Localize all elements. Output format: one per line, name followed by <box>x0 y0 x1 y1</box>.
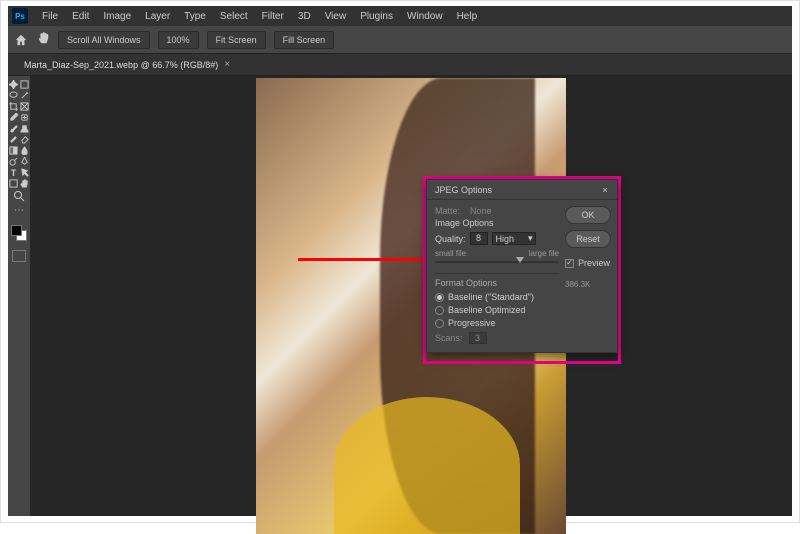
heal-tool-icon[interactable] <box>20 113 29 122</box>
options-bar: Scroll All Windows 100% Fit Screen Fill … <box>8 26 792 54</box>
toolbar: T ⋯ <box>8 76 30 516</box>
hand-tool-icon[interactable] <box>20 179 29 188</box>
brush-tool-icon[interactable] <box>9 124 18 133</box>
quality-slider[interactable]: small file large file <box>435 249 559 269</box>
chevron-down-icon: ▾ <box>528 233 533 244</box>
more-tools-icon[interactable]: ⋯ <box>10 204 28 216</box>
preview-checkbox[interactable]: Preview <box>565 258 611 268</box>
zoom-tool-icon[interactable] <box>10 190 28 202</box>
quality-input[interactable]: 8 <box>470 232 488 245</box>
menu-layer[interactable]: Layer <box>139 9 176 24</box>
history-brush-icon[interactable] <box>9 135 18 144</box>
quality-label: Quality: <box>435 234 466 244</box>
artboard-tool-icon[interactable] <box>20 80 29 89</box>
document-tab-label: Marta_Diaz-Sep_2021.webp @ 66.7% (RGB/8#… <box>24 60 218 70</box>
move-tool-icon[interactable] <box>9 80 18 89</box>
pen-tool-icon[interactable] <box>20 157 29 166</box>
slider-large-label: large file <box>529 249 559 258</box>
radio-icon <box>435 293 444 302</box>
quality-preset-select[interactable]: High ▾ <box>492 232 536 245</box>
preview-label: Preview <box>578 258 610 268</box>
radio-progressive-label: Progressive <box>448 318 496 328</box>
annotation-highlight-box: JPEG Options × Matte: None Image Options… <box>423 176 621 364</box>
shape-tool-icon[interactable] <box>9 179 18 188</box>
path-select-icon[interactable] <box>20 168 29 177</box>
menu-select[interactable]: Select <box>214 9 254 24</box>
checkbox-icon <box>565 259 574 268</box>
slider-thumb[interactable] <box>516 257 524 263</box>
opt-scroll-all[interactable]: Scroll All Windows <box>58 31 150 49</box>
quality-preset-value: High <box>496 234 515 244</box>
opt-100[interactable]: 100% <box>158 31 199 49</box>
menu-filter[interactable]: Filter <box>256 9 290 24</box>
radio-baseline-standard[interactable]: Baseline ("Standard") <box>435 292 559 302</box>
document-tab[interactable]: Marta_Diaz-Sep_2021.webp @ 66.7% (RGB/8#… <box>16 56 238 73</box>
radio-baseline-optimized-label: Baseline Optimized <box>448 305 526 315</box>
radio-baseline-standard-label: Baseline ("Standard") <box>448 292 534 302</box>
opt-fill-screen[interactable]: Fill Screen <box>274 31 335 49</box>
section-format-options: Format Options <box>435 278 559 288</box>
scans-label: Scans: <box>435 333 463 343</box>
crop-tool-icon[interactable] <box>9 102 18 111</box>
menu-help[interactable]: Help <box>451 9 484 24</box>
type-tool-icon[interactable]: T <box>9 168 18 177</box>
blur-tool-icon[interactable] <box>20 146 29 155</box>
menu-type[interactable]: Type <box>178 9 212 24</box>
menu-bar: Ps File Edit Image Layer Type Select Fil… <box>8 6 792 26</box>
document-tabs: Marta_Diaz-Sep_2021.webp @ 66.7% (RGB/8#… <box>8 54 792 76</box>
radio-icon <box>435 319 444 328</box>
section-image-options: Image Options <box>435 218 559 228</box>
matte-label: Matte: <box>435 206 460 216</box>
close-icon[interactable]: × <box>597 182 613 198</box>
filesize-text: 386.3K <box>565 280 611 289</box>
radio-baseline-optimized[interactable]: Baseline Optimized <box>435 305 559 315</box>
menu-view[interactable]: View <box>319 9 353 24</box>
canvas-area: JPEG Options × Matte: None Image Options… <box>30 76 792 516</box>
radio-progressive[interactable]: Progressive <box>435 318 559 328</box>
reset-button[interactable]: Reset <box>565 230 611 248</box>
menu-image[interactable]: Image <box>97 9 137 24</box>
hand-tool-icon <box>36 31 50 48</box>
frame-tool-icon[interactable] <box>20 102 29 111</box>
annotation-arrow-icon <box>298 254 438 264</box>
scans-input: 3 <box>469 332 487 344</box>
color-swatches[interactable] <box>10 224 28 242</box>
menu-plugins[interactable]: Plugins <box>354 9 399 24</box>
lasso-tool-icon[interactable] <box>9 91 18 100</box>
home-icon[interactable] <box>14 33 28 47</box>
wand-tool-icon[interactable] <box>20 91 29 100</box>
slider-small-label: small file <box>435 249 466 258</box>
matte-value[interactable]: None <box>470 206 492 216</box>
menu-window[interactable]: Window <box>401 9 449 24</box>
radio-icon <box>435 306 444 315</box>
jpeg-options-dialog: JPEG Options × Matte: None Image Options… <box>426 179 618 353</box>
dialog-title: JPEG Options <box>435 185 492 195</box>
quick-mask-icon[interactable] <box>12 250 26 262</box>
opt-fit-screen[interactable]: Fit Screen <box>207 31 266 49</box>
eyedropper-tool-icon[interactable] <box>9 113 18 122</box>
close-icon[interactable]: × <box>224 59 230 70</box>
menu-file[interactable]: File <box>36 9 64 24</box>
menu-3d[interactable]: 3D <box>292 9 317 24</box>
eraser-tool-icon[interactable] <box>20 135 29 144</box>
app-logo-icon: Ps <box>12 8 28 24</box>
dodge-tool-icon[interactable] <box>9 157 18 166</box>
ok-button[interactable]: OK <box>565 206 611 224</box>
menu-edit[interactable]: Edit <box>66 9 95 24</box>
gradient-tool-icon[interactable] <box>9 146 18 155</box>
stamp-tool-icon[interactable] <box>20 124 29 133</box>
